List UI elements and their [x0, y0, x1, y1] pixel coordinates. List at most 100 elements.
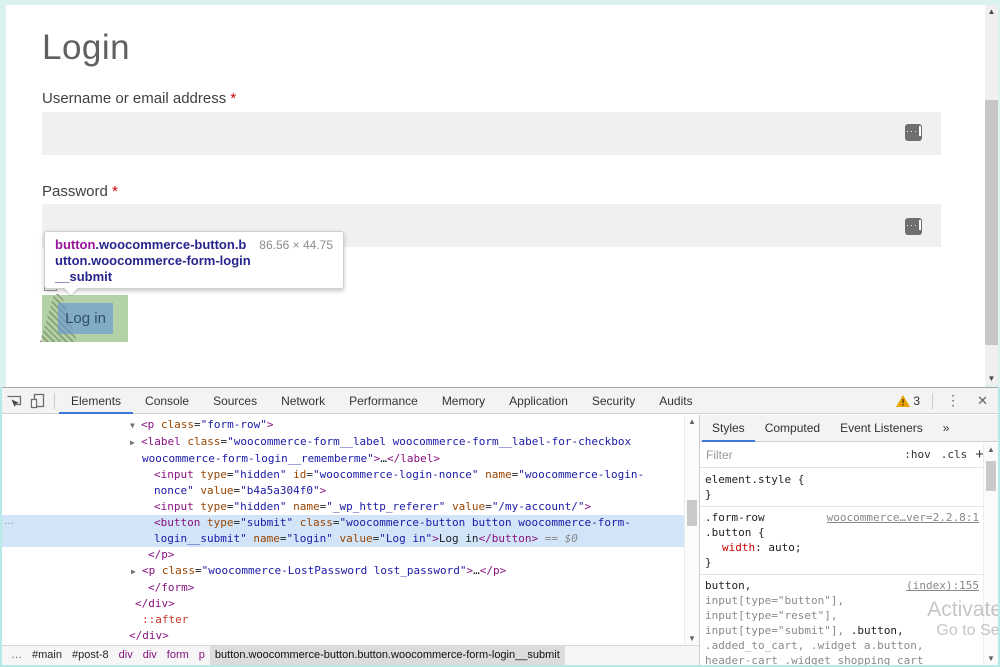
css-rules-list[interactable]: element.style {} .form-row woocommerce…ver… [700, 469, 983, 665]
dom-tree-node[interactable]: woocommerce-form-login__rememberme">…</l… [2, 451, 684, 467]
styles-scrollbar-thumb[interactable] [986, 461, 996, 491]
stylesheet-source-link[interactable]: woocommerce…ver=2.2.8:1 [827, 510, 979, 525]
styles-filter-input[interactable]: Filter [706, 448, 894, 462]
code-tag: <input [154, 500, 200, 513]
dom-tree-node[interactable]: </div> [2, 628, 684, 644]
login-button[interactable]: Log in [58, 303, 113, 334]
scroll-up-icon[interactable]: ▲ [984, 445, 998, 454]
tab-sources[interactable]: Sources [201, 388, 269, 414]
tab-console[interactable]: Console [133, 388, 201, 414]
styles-tab-computed[interactable]: Computed [755, 415, 830, 442]
styles-scrollbar[interactable]: ▲ ▼ [983, 443, 998, 665]
elements-panel: ▼<p class="form-row">▶<label class="wooc… [2, 415, 700, 665]
password-manager-icon[interactable]: ··· [905, 218, 922, 235]
css-property-value: : auto; [755, 541, 801, 554]
css-property-line[interactable]: width: auto; [705, 540, 981, 555]
css-selector: .form-row [705, 511, 765, 524]
dom-tree-node[interactable]: nonce" value="b4a5a304f0"> [2, 483, 684, 499]
css-selector-line: button, (index):155 [705, 578, 981, 593]
tab-network[interactable]: Network [269, 388, 337, 414]
tab-audits[interactable]: Audits [647, 388, 704, 414]
inspect-element-icon[interactable] [2, 390, 26, 412]
elements-scrollbar-thumb[interactable] [687, 500, 697, 526]
elements-scrollbar[interactable]: ▲ ▼ [684, 415, 699, 645]
css-rule[interactable]: .form-rowwoocommerce…ver=2.2.8:1.button … [700, 507, 983, 575]
warning-count: 3 [913, 394, 920, 408]
dom-tree[interactable]: ▼<p class="form-row">▶<label class="wooc… [2, 415, 684, 645]
css-selector: button, [705, 579, 751, 592]
code-val: "_wp_http_referer" [326, 500, 445, 513]
css-property-name: width [722, 541, 755, 554]
breadcrumb-item[interactable]: div [138, 646, 162, 666]
scroll-up-icon[interactable]: ▲ [685, 417, 699, 426]
breadcrumb-item[interactable]: #main [27, 646, 67, 666]
tab-application[interactable]: Application [497, 388, 580, 414]
password-manager-icon[interactable]: ··· [905, 124, 922, 141]
code-val: "woocommerce-button button woocommerce-f… [339, 516, 630, 529]
required-asterisk: * [112, 183, 118, 200]
dom-tree-node[interactable]: <input type="hidden" id="woocommerce-log… [2, 467, 684, 483]
breadcrumb: …#main#post-8divdivformpbutton.woocommer… [2, 645, 699, 665]
code-val: nonce" [154, 484, 194, 497]
css-rule[interactable]: element.style {} [700, 469, 983, 507]
breadcrumb-item[interactable]: button.woocommerce-button.button.woocomm… [210, 646, 565, 666]
tooltip-selector-line: __submit [55, 269, 333, 285]
more-tabs-icon[interactable]: » [933, 415, 960, 442]
styles-tab-styles[interactable]: Styles [702, 415, 755, 442]
page-background [6, 5, 985, 387]
page-scrollbar[interactable]: ▲ ▼ [985, 5, 998, 385]
css-selector-line: .form-row woocommerce…ver=2.2.8:1 [705, 510, 981, 525]
code-tag: </button> [479, 532, 539, 545]
breadcrumb-item[interactable]: … [6, 646, 27, 666]
page-scrollbar-thumb[interactable] [985, 100, 998, 345]
breadcrumb-item[interactable]: form [162, 646, 194, 666]
autofill-dots-icon: ··· [906, 220, 921, 230]
inspect-tooltip: button.woocommerce-button.button.woocomm… [44, 231, 344, 289]
dom-tree-node[interactable]: ::after [2, 612, 684, 628]
code-txt: … [473, 564, 480, 577]
username-input[interactable] [42, 112, 941, 155]
inspect-tooltip-dimensions: 86.56 × 44.75 [259, 238, 333, 252]
dom-tree-node[interactable]: </form> [2, 580, 684, 596]
dom-tree-node[interactable]: <input type="hidden" name="_wp_http_refe… [2, 499, 684, 515]
scroll-down-icon[interactable]: ▼ [984, 654, 998, 663]
breadcrumb-item[interactable]: div [114, 646, 138, 666]
scroll-down-icon[interactable]: ▼ [985, 374, 998, 383]
dom-tree-node[interactable]: </p> [2, 547, 684, 563]
toggle-cls[interactable]: .cls [941, 448, 968, 461]
scroll-down-icon[interactable]: ▼ [685, 634, 699, 643]
css-selector-line: input[type="submit"], .button, [705, 623, 981, 638]
styles-tab-strip: StylesComputedEvent Listeners» [700, 415, 998, 442]
scroll-up-icon[interactable]: ▲ [985, 7, 998, 16]
dom-tree-node[interactable]: <button type="submit" class="woocommerce… [2, 515, 684, 531]
code-val: "b4a5a304f0" [240, 484, 319, 497]
console-warnings-badge[interactable]: 3 [888, 394, 928, 408]
dom-tree-node[interactable]: ▼<p class="form-row"> [2, 417, 684, 434]
dom-tree-node[interactable]: ▶<p class="woocommerce-LostPassword lost… [2, 563, 684, 580]
code-attr: value [200, 484, 233, 497]
breadcrumb-item[interactable]: #post-8 [67, 646, 114, 666]
tooltip-selector-line: utton.woocommerce-form-login [55, 253, 333, 269]
dom-tree-node[interactable]: login__submit" name="login" value="Log i… [2, 531, 684, 547]
tab-memory[interactable]: Memory [430, 388, 497, 414]
css-selector: .added_to_cart, .widget a.button, [705, 639, 924, 652]
css-rule[interactable]: button,(index):155input[type="button"],i… [700, 575, 983, 665]
device-toolbar-icon[interactable] [26, 390, 50, 412]
code-attr: class [187, 435, 220, 448]
tab-performance[interactable]: Performance [337, 388, 430, 414]
devtools-toolbar: ElementsConsoleSourcesNetworkPerformance… [2, 388, 998, 414]
styles-tab-event-listeners[interactable]: Event Listeners [830, 415, 933, 442]
code-attr: value [339, 532, 372, 545]
tooltip-cls: utton.woocommerce-form-login [55, 253, 251, 268]
stylesheet-source-link[interactable]: (index):155 [906, 578, 979, 593]
breadcrumb-item[interactable]: p [194, 646, 210, 666]
toggle-hov[interactable]: :hov [904, 448, 931, 461]
tooltip-arrow [63, 287, 79, 295]
more-menu-icon[interactable]: ⋮ [937, 392, 969, 409]
close-devtools-icon[interactable]: ✕ [969, 393, 998, 409]
dom-tree-node[interactable]: ▶<label class="woocommerce-form__label w… [2, 434, 684, 451]
dom-tree-node[interactable]: </div> [2, 596, 684, 612]
tab-elements[interactable]: Elements [59, 388, 133, 414]
browser-page-area: Login Username or email address * ··· Pa… [0, 0, 1000, 387]
tab-security[interactable]: Security [580, 388, 647, 414]
